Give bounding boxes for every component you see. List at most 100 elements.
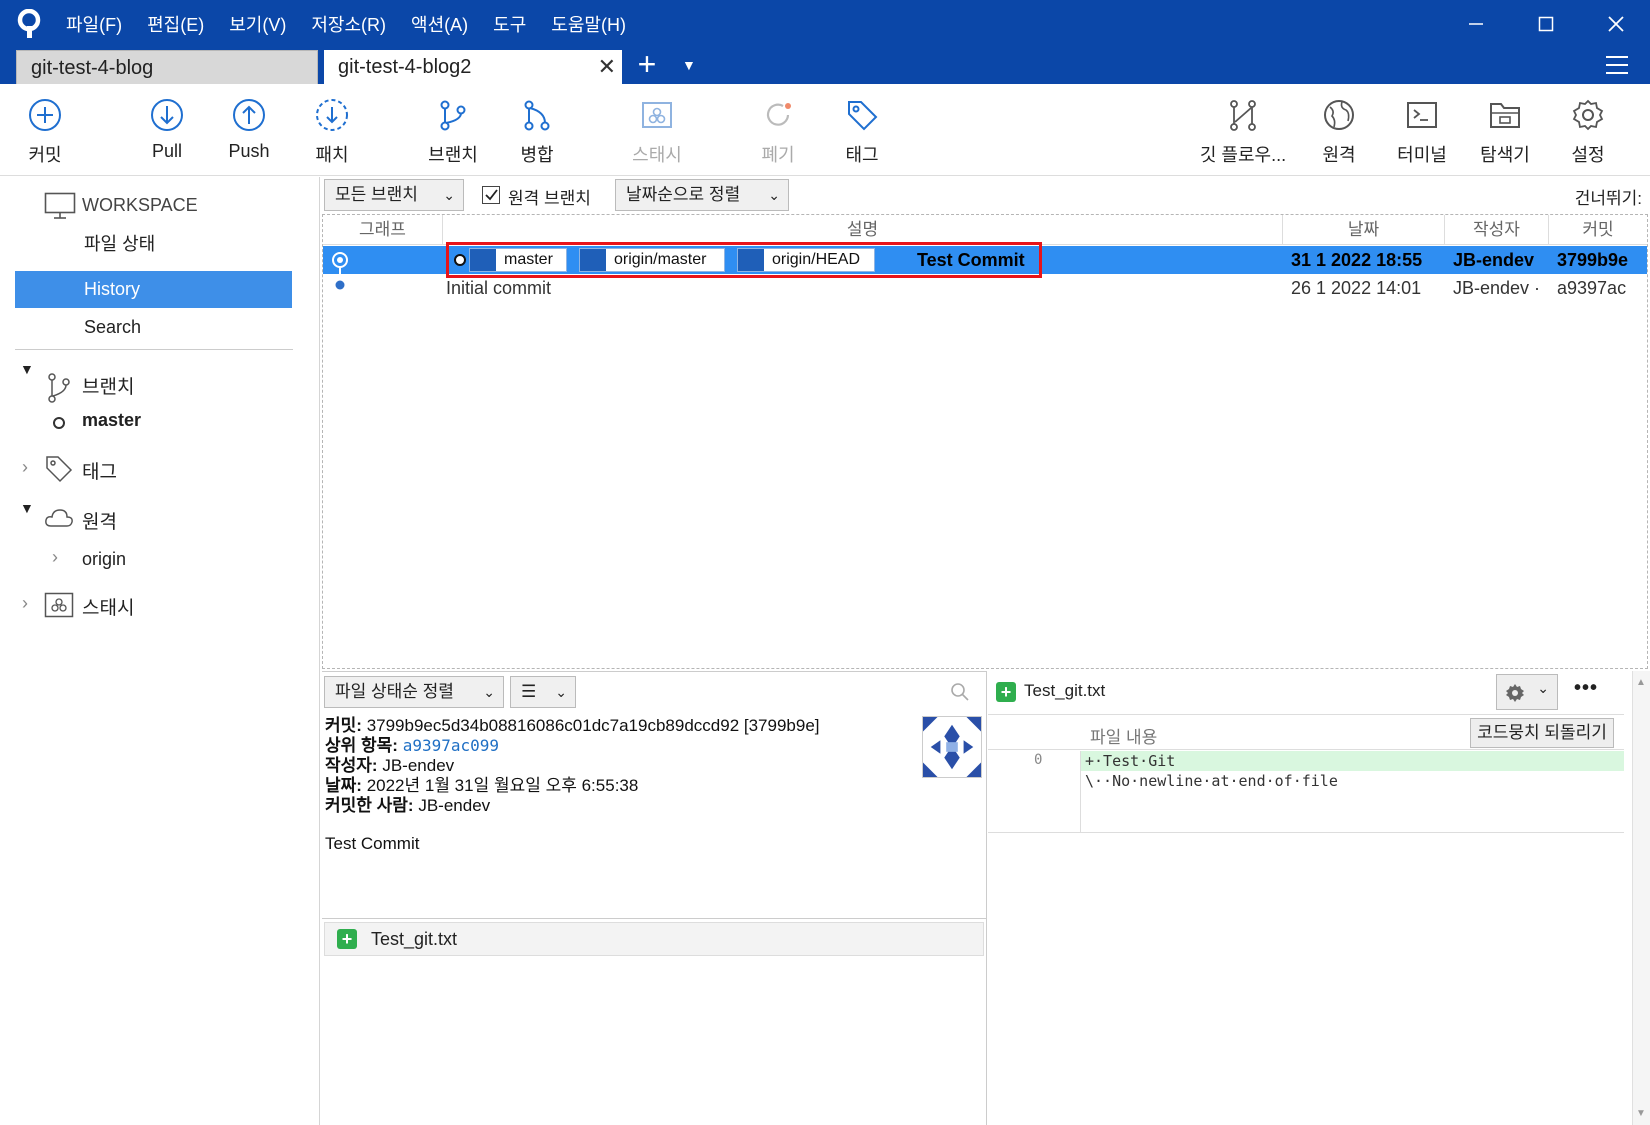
settings-label: 설정 bbox=[1571, 145, 1605, 165]
tag-label: 태그 bbox=[845, 145, 879, 165]
maximize-button[interactable] bbox=[1526, 6, 1566, 42]
branch-button[interactable]: 브랜치 bbox=[408, 84, 498, 176]
changed-file-row[interactable]: + Test_git.txt bbox=[324, 922, 984, 956]
stash-button[interactable]: 스태시 bbox=[612, 84, 702, 176]
branches-expand-chevron-down-icon[interactable]: ▼ bbox=[20, 361, 34, 377]
sidebar-item-search[interactable]: Search bbox=[84, 317, 141, 338]
author-avatar bbox=[922, 716, 982, 778]
line-number: 0 bbox=[1034, 752, 1043, 768]
sidebar-branch-master[interactable]: master bbox=[82, 410, 141, 431]
menu-actions[interactable]: 액션(A) bbox=[411, 11, 468, 37]
minimize-button[interactable] bbox=[1456, 6, 1496, 42]
stashes-expand-chevron-right-icon[interactable]: › bbox=[22, 593, 28, 614]
column-author[interactable]: 작성자 bbox=[1445, 215, 1549, 245]
sort-order-dropdown[interactable]: 날짜순으로 정렬 ⌄ bbox=[615, 179, 789, 211]
explorer-button[interactable]: 탐색기 bbox=[1460, 84, 1550, 176]
tab-close-icon[interactable]: ✕ bbox=[598, 50, 616, 84]
tags-expand-chevron-right-icon[interactable]: › bbox=[22, 457, 28, 478]
scroll-down-icon[interactable]: ▼ bbox=[1636, 1108, 1646, 1119]
file-sort-dropdown[interactable]: 파일 상태순 정렬 ⌄ bbox=[324, 676, 504, 708]
push-arrow-up-icon bbox=[233, 99, 265, 131]
branch-icon bbox=[440, 100, 466, 131]
menu-edit[interactable]: 편집(E) bbox=[147, 11, 204, 37]
discard-button[interactable]: 폐기 bbox=[733, 84, 823, 176]
chevron-down-icon: ⌄ bbox=[555, 684, 567, 700]
sort-order-value: 날짜순으로 정렬 bbox=[626, 185, 741, 204]
show-remote-branches-checkbox[interactable] bbox=[482, 186, 500, 204]
commit-row[interactable]: Initial commit 26 1 2022 14:01 JB-endev … bbox=[323, 274, 1647, 302]
git-flow-button[interactable]: 깃 플로우... bbox=[1198, 84, 1288, 176]
parent-label: 상위 항목: bbox=[325, 736, 398, 755]
pull-button[interactable]: Pull bbox=[122, 84, 212, 176]
changed-file-name: Test_git.txt bbox=[371, 929, 458, 949]
remotes-heading[interactable]: 원격 bbox=[82, 507, 117, 534]
search-icon[interactable] bbox=[950, 682, 970, 702]
sidebar: WORKSPACE 파일 상태 History Search ▼ 브랜치 mas… bbox=[0, 177, 320, 1125]
tab-list-dropdown-icon[interactable]: ▼ bbox=[682, 57, 696, 73]
menu-bar: 파일(F) 편집(E) 보기(V) 저장소(R) 액션(A) 도구 도움말(H) bbox=[66, 0, 651, 47]
origin-expand-chevron-right-icon[interactable]: › bbox=[52, 547, 58, 568]
parent-commit-link[interactable]: a9397ac099 bbox=[403, 736, 499, 755]
hamburger-menu-icon[interactable] bbox=[1604, 53, 1630, 77]
merge-button[interactable]: 병합 bbox=[492, 84, 582, 176]
globe-icon bbox=[1324, 100, 1354, 130]
view-mode-dropdown[interactable]: ☰ ⌄ bbox=[510, 676, 576, 708]
column-description[interactable]: 설명 bbox=[443, 215, 1283, 245]
diff-scrollbar[interactable]: ▲ ▼ bbox=[1632, 671, 1650, 1125]
chevron-down-icon: ⌄ bbox=[768, 187, 780, 203]
close-window-button[interactable] bbox=[1596, 6, 1636, 42]
commit-button[interactable]: 커밋 bbox=[0, 84, 90, 176]
diff-added-line: +·Test·Git bbox=[1081, 751, 1624, 771]
details-toolbar: 파일 상태순 정렬 ⌄ ☰ ⌄ bbox=[322, 671, 986, 711]
cloud-icon bbox=[45, 509, 73, 527]
branch-filter-dropdown[interactable]: 모든 브랜치 ⌄ bbox=[324, 179, 464, 211]
remotes-expand-chevron-down-icon[interactable]: ▼ bbox=[20, 500, 34, 516]
stashes-heading[interactable]: 스태시 bbox=[82, 593, 134, 620]
hunk-title: 파일 내용 bbox=[1090, 728, 1158, 747]
committer-label: 커밋한 사람: bbox=[325, 796, 414, 815]
patch-button[interactable]: 패치 bbox=[287, 84, 377, 176]
sidebar-item-history[interactable] bbox=[15, 271, 292, 308]
title-bar: 파일(F) 편집(E) 보기(V) 저장소(R) 액션(A) 도구 도움말(H) bbox=[0, 0, 1650, 47]
detail-date-line: 날짜: 2022년 1월 31일 월요일 오후 6:55:38 bbox=[325, 776, 925, 796]
column-date[interactable]: 날짜 bbox=[1283, 215, 1445, 245]
file-added-icon: + bbox=[996, 682, 1016, 702]
sidebar-item-file-status[interactable]: 파일 상태 bbox=[84, 230, 155, 256]
menu-help[interactable]: 도움말(H) bbox=[551, 11, 626, 37]
tags-heading[interactable]: 태그 bbox=[82, 457, 117, 484]
tag-button[interactable]: 태그 bbox=[817, 84, 907, 176]
tab-repo-git-test-4-blog[interactable]: git-test-4-blog bbox=[16, 50, 318, 84]
tab-label: git-test-4-blog bbox=[31, 57, 154, 79]
column-commit[interactable]: 커밋 bbox=[1549, 215, 1647, 245]
menu-view[interactable]: 보기(V) bbox=[229, 11, 286, 37]
settings-button[interactable]: 설정 bbox=[1543, 84, 1633, 176]
menu-file[interactable]: 파일(F) bbox=[66, 11, 122, 37]
more-options-icon[interactable]: ••• bbox=[1574, 677, 1598, 700]
merge-icon bbox=[524, 100, 550, 131]
remote-button[interactable]: 원격 bbox=[1294, 84, 1384, 176]
terminal-button[interactable]: 터미널 bbox=[1377, 84, 1467, 176]
diff-file-name: Test_git.txt bbox=[1024, 681, 1106, 700]
tag-icon bbox=[848, 101, 878, 131]
commit-hash: 3799b9e bbox=[1557, 250, 1629, 270]
tab-repo-git-test-4-blog2[interactable]: git-test-4-blog2 ✕ bbox=[324, 50, 622, 84]
file-sort-value: 파일 상태순 정렬 bbox=[335, 682, 454, 701]
scroll-up-icon[interactable]: ▲ bbox=[1636, 677, 1646, 688]
revert-hunk-button[interactable]: 코드뭉치 되돌리기 bbox=[1470, 718, 1614, 748]
diff-options-dropdown[interactable]: ⌄ bbox=[1496, 674, 1558, 710]
current-branch-circle-icon bbox=[52, 414, 66, 435]
chevron-down-icon: ⌄ bbox=[483, 684, 495, 700]
pull-arrow-down-icon bbox=[151, 99, 183, 131]
push-button[interactable]: Push bbox=[204, 84, 294, 176]
sidebar-remote-origin[interactable]: origin bbox=[82, 549, 126, 570]
author-label: 작성자: bbox=[325, 756, 378, 775]
stash-icon bbox=[642, 102, 672, 128]
pane-splitter[interactable] bbox=[986, 671, 987, 1125]
commit-author: JB-endev bbox=[1453, 250, 1535, 270]
new-tab-button[interactable]: + bbox=[632, 48, 662, 81]
menu-repository[interactable]: 저장소(R) bbox=[311, 11, 386, 37]
branches-heading[interactable]: 브랜치 bbox=[82, 372, 134, 399]
discard-label: 폐기 bbox=[761, 145, 795, 165]
menu-tools[interactable]: 도구 bbox=[493, 11, 526, 37]
column-graph[interactable]: 그래프 bbox=[323, 215, 443, 245]
